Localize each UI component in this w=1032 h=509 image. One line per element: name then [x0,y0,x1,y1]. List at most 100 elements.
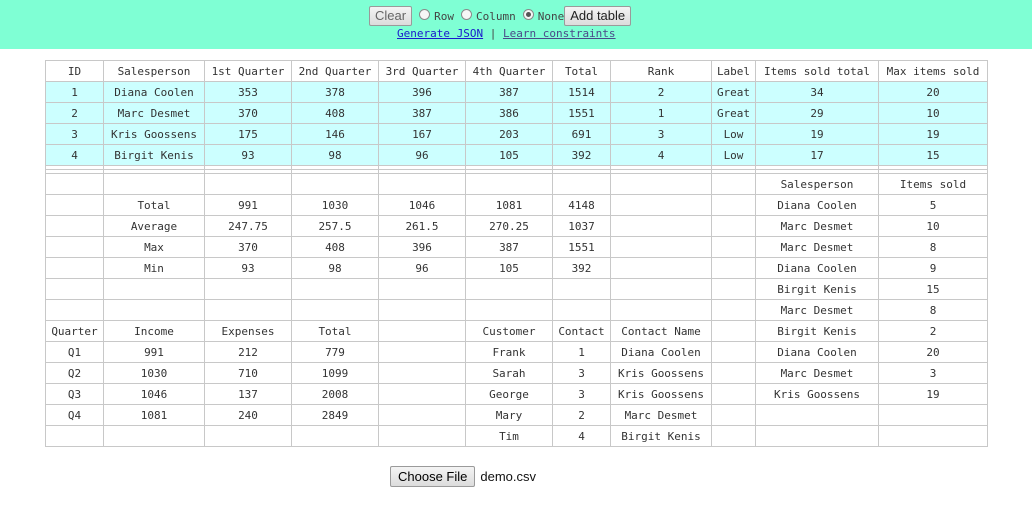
table-cell[interactable]: 19 [755,123,879,145]
table-cell[interactable]: 146 [291,123,379,145]
radio-none-button[interactable] [522,8,534,20]
table-cell[interactable]: Salesperson [103,60,205,82]
table-cell[interactable]: Great [711,81,756,103]
radio-none-option[interactable]: None [516,8,564,23]
table-cell[interactable]: 4148 [552,194,611,216]
table-cell[interactable]: 2nd Quarter [291,60,379,82]
table-cell[interactable] [610,215,712,237]
table-cell[interactable]: Kris Goossens [610,383,712,405]
table-cell[interactable]: 34 [755,81,879,103]
table-cell[interactable]: 212 [204,341,292,363]
table-cell[interactable]: 3 [878,362,988,384]
radio-row-option[interactable]: Row [412,8,454,23]
clear-button[interactable]: Clear [369,6,413,26]
table-cell[interactable]: 2008 [291,383,379,405]
table-cell[interactable] [755,425,879,447]
generate-json-link[interactable]: Generate JSON [397,27,483,40]
table-cell[interactable]: 2 [610,81,712,103]
table-cell[interactable]: 3 [552,362,611,384]
table-cell[interactable] [711,278,756,300]
table-cell[interactable]: 4 [610,144,712,166]
table-cell[interactable] [711,215,756,237]
table-cell[interactable] [610,236,712,258]
table-cell[interactable] [610,278,712,300]
table-cell[interactable]: 1 [610,102,712,124]
table-cell[interactable] [465,173,553,195]
table-cell[interactable]: 396 [378,81,466,103]
learn-constraints-link[interactable]: Learn constraints [503,27,616,40]
table-cell[interactable]: 203 [465,123,553,145]
table-cell[interactable] [45,215,104,237]
table-cell[interactable]: 1551 [552,236,611,258]
table-cell[interactable]: 4 [552,425,611,447]
table-cell[interactable]: Total [552,60,611,82]
table-cell[interactable]: Salesperson [755,173,879,195]
table-cell[interactable]: 370 [204,102,292,124]
table-cell[interactable] [103,173,205,195]
table-cell[interactable]: 29 [755,102,879,124]
table-cell[interactable]: ID [45,60,104,82]
table-cell[interactable] [291,425,379,447]
table-cell[interactable] [711,362,756,384]
table-cell[interactable]: 2849 [291,404,379,426]
table-cell[interactable]: 387 [465,81,553,103]
table-cell[interactable] [378,320,466,342]
table-cell[interactable]: Contact Name [610,320,712,342]
table-cell[interactable]: 3 [610,123,712,145]
table-cell[interactable]: Sarah [465,362,553,384]
table-cell[interactable]: Birgit Kenis [755,278,879,300]
table-cell[interactable]: 3 [45,123,104,145]
table-cell[interactable] [45,278,104,300]
table-cell[interactable]: 1081 [103,404,205,426]
table-cell[interactable]: Items sold total [755,60,879,82]
table-cell[interactable] [103,299,205,321]
table-cell[interactable] [610,194,712,216]
choose-file-button[interactable]: Choose File [390,466,476,487]
table-cell[interactable] [45,299,104,321]
table-cell[interactable]: 167 [378,123,466,145]
table-cell[interactable] [878,404,988,426]
table-cell[interactable]: Diana Coolen [610,341,712,363]
table-cell[interactable]: 1081 [465,194,553,216]
table-cell[interactable] [711,383,756,405]
table-cell[interactable]: 96 [378,144,466,166]
table-cell[interactable] [878,425,988,447]
table-cell[interactable]: Customer [465,320,553,342]
table-cell[interactable]: 4 [45,144,104,166]
table-cell[interactable]: 9 [878,257,988,279]
table-cell[interactable]: Low [711,123,756,145]
table-cell[interactable] [103,425,205,447]
table-cell[interactable]: 779 [291,341,379,363]
table-cell[interactable] [711,194,756,216]
table-cell[interactable]: 408 [291,102,379,124]
table-cell[interactable] [711,320,756,342]
table-cell[interactable]: Marc Desmet [755,299,879,321]
table-cell[interactable] [378,173,466,195]
table-cell[interactable]: Max [103,236,205,258]
table-cell[interactable]: 17 [755,144,879,166]
table-cell[interactable]: 2 [45,102,104,124]
table-cell[interactable]: Marc Desmet [103,102,205,124]
radio-row-button[interactable] [419,8,431,20]
table-cell[interactable]: 386 [465,102,553,124]
table-cell[interactable] [378,299,466,321]
table-cell[interactable] [378,383,466,405]
table-cell[interactable]: Birgit Kenis [755,320,879,342]
table-cell[interactable]: Total [103,194,205,216]
table-cell[interactable] [755,404,879,426]
table-cell[interactable]: Income [103,320,205,342]
table-cell[interactable]: Marc Desmet [755,236,879,258]
table-cell[interactable]: Tim [465,425,553,447]
table-cell[interactable]: 257.5 [291,215,379,237]
table-cell[interactable] [291,278,379,300]
table-cell[interactable] [610,299,712,321]
table-cell[interactable]: 98 [291,257,379,279]
table-cell[interactable]: 2 [878,320,988,342]
table-cell[interactable]: Marc Desmet [610,404,712,426]
table-cell[interactable]: 392 [552,257,611,279]
table-cell[interactable]: 3rd Quarter [378,60,466,82]
table-cell[interactable]: Q4 [45,404,104,426]
table-cell[interactable] [204,278,292,300]
table-cell[interactable]: Expenses [204,320,292,342]
table-cell[interactable]: 1st Quarter [204,60,292,82]
